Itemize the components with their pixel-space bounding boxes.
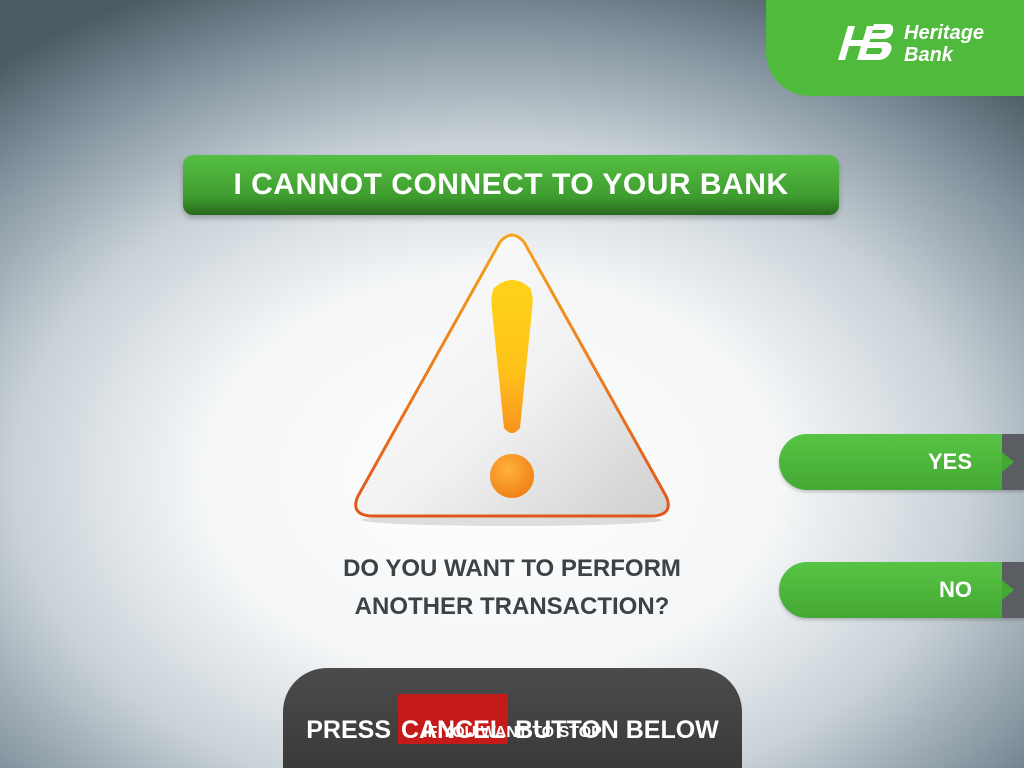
yes-button-label: YES [927,449,972,474]
yes-arrow-icon [1002,434,1024,490]
yes-button[interactable]: YES [779,434,1024,490]
bank-logo-tab: Heritage Bank [766,0,1024,96]
bank-name-line2: Bank [904,44,953,66]
no-button-label: NO [939,577,972,602]
cancel-subtext: IF YOU WANT TO STOP [423,724,602,741]
heritage-bank-logo-icon [838,24,894,60]
question-line1: DO YOU WANT TO PERFORM [343,555,681,582]
error-title-banner: I CANNOT CONNECT TO YOUR BANK [183,155,839,215]
no-button[interactable]: NO [779,562,1024,618]
question-line2: ANOTHER TRANSACTION? [354,593,670,620]
warning-triangle-icon [354,233,670,526]
bank-name-line1: Heritage [904,22,985,44]
no-arrow-icon [1002,562,1024,618]
bank-name: Heritage Bank [904,22,984,66]
transaction-question: DO YOU WANT TO PERFORM ANOTHER TRANSACTI… [300,550,724,626]
cancel-instruction-panel: PRESS CANCEL BUTTON BELOW IF YOU WANT TO… [283,668,742,768]
